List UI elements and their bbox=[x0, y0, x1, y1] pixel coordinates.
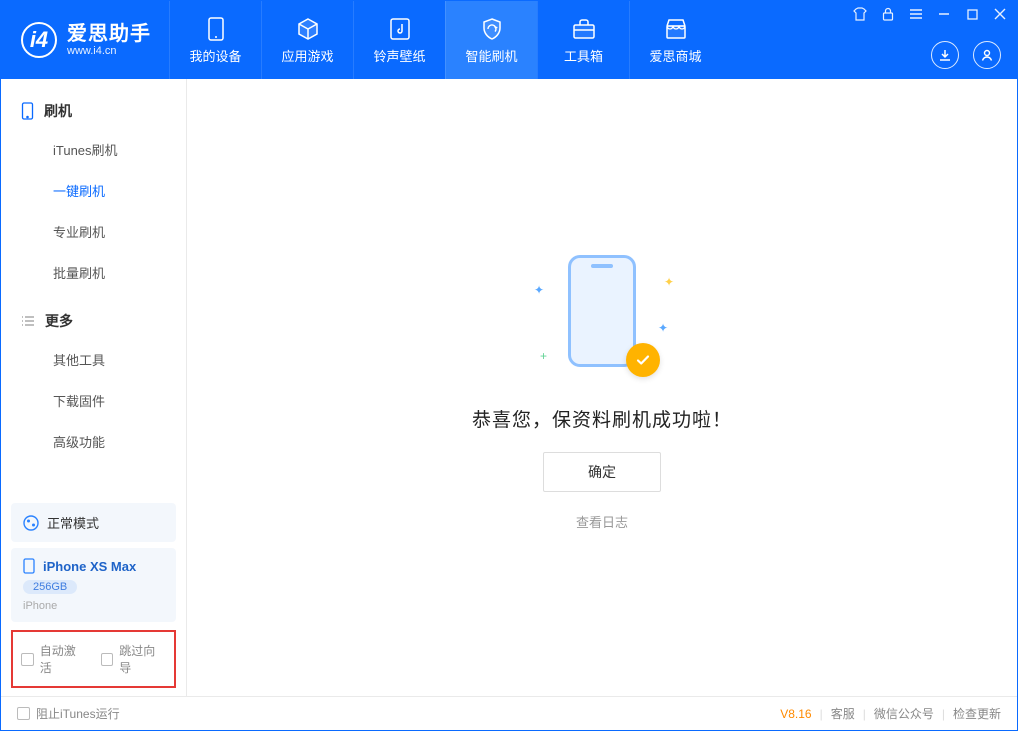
checkbox-label: 阻止iTunes运行 bbox=[36, 705, 120, 722]
tab-label: 我的设备 bbox=[189, 46, 241, 65]
download-button[interactable] bbox=[931, 41, 959, 69]
device-icon bbox=[203, 16, 229, 42]
checkbox-label: 自动激活 bbox=[40, 642, 87, 676]
options-highlighted-box: 自动激活 跳过向导 bbox=[11, 630, 176, 688]
sparkle-icon: + bbox=[540, 349, 547, 363]
device-type: iPhone bbox=[23, 600, 57, 612]
menu-icon[interactable] bbox=[909, 7, 923, 21]
cube-icon bbox=[295, 16, 321, 42]
sparkle-icon: ✦ bbox=[658, 321, 668, 335]
checkbox-icon bbox=[101, 653, 114, 666]
sparkle-icon: ✦ bbox=[534, 283, 544, 297]
checkbox-auto-activate[interactable]: 自动激活 bbox=[21, 642, 87, 676]
view-log-link[interactable]: 查看日志 bbox=[576, 512, 628, 531]
device-name: iPhone XS Max bbox=[43, 559, 136, 574]
sidebar-group-title: 更多 bbox=[45, 311, 73, 331]
sidebar-group-title: 刷机 bbox=[44, 101, 72, 121]
checkbox-label: 跳过向导 bbox=[119, 642, 166, 676]
success-title: 恭喜您，保资料刷机成功啦！ bbox=[472, 405, 732, 432]
shirt-icon[interactable] bbox=[853, 7, 867, 21]
phone-illustration-icon bbox=[568, 255, 636, 367]
check-badge-icon bbox=[626, 343, 660, 377]
tab-toolbox[interactable]: 工具箱 bbox=[537, 1, 629, 79]
main-tabs: 我的设备 应用游戏 铃声壁纸 智能刷机 工具箱 爱思商城 bbox=[169, 1, 721, 79]
device-capacity: 256GB bbox=[23, 580, 77, 594]
sidebar-group-more: 更多 bbox=[1, 303, 186, 339]
app-title: 爱思助手 bbox=[67, 23, 151, 45]
checkbox-icon bbox=[17, 707, 30, 720]
close-icon[interactable] bbox=[993, 7, 1007, 21]
tab-label: 爱思商城 bbox=[649, 46, 701, 65]
title-bar: i4 爱思助手 www.i4.cn 我的设备 应用游戏 铃声壁纸 智能刷机 bbox=[1, 1, 1017, 79]
tab-label: 铃声壁纸 bbox=[373, 46, 425, 65]
tab-ringtones-wallpapers[interactable]: 铃声壁纸 bbox=[353, 1, 445, 79]
sidebar-item-advanced[interactable]: 高级功能 bbox=[1, 421, 186, 462]
toolbox-icon bbox=[571, 16, 597, 42]
checkbox-block-itunes[interactable]: 阻止iTunes运行 bbox=[17, 705, 120, 722]
mode-label: 正常模式 bbox=[47, 513, 99, 532]
sidebar-item-other-tools[interactable]: 其他工具 bbox=[1, 339, 186, 380]
footer-link-support[interactable]: 客服 bbox=[831, 705, 855, 722]
sidebar-group-flash: 刷机 bbox=[1, 93, 186, 129]
logo-mark-icon: i4 bbox=[21, 22, 57, 58]
user-button[interactable] bbox=[973, 41, 1001, 69]
shield-refresh-icon bbox=[479, 16, 505, 42]
window-controls bbox=[853, 7, 1007, 21]
sidebar-item-download-firmware[interactable]: 下载固件 bbox=[1, 380, 186, 421]
mode-card[interactable]: 正常模式 bbox=[11, 503, 176, 542]
tab-apps-games[interactable]: 应用游戏 bbox=[261, 1, 353, 79]
app-domain: www.i4.cn bbox=[67, 45, 151, 57]
tab-label: 应用游戏 bbox=[281, 46, 333, 65]
footer-link-update[interactable]: 检查更新 bbox=[953, 705, 1001, 722]
tab-store[interactable]: 爱思商城 bbox=[629, 1, 721, 79]
device-small-icon bbox=[23, 558, 35, 574]
sparkle-icon: ✦ bbox=[664, 275, 674, 289]
storefront-icon bbox=[663, 16, 689, 42]
status-bar: 阻止iTunes运行 V8.16 | 客服 | 微信公众号 | 检查更新 bbox=[1, 696, 1017, 730]
sidebar-item-pro-flash[interactable]: 专业刷机 bbox=[1, 211, 186, 252]
tab-label: 智能刷机 bbox=[465, 46, 517, 65]
tab-label: 工具箱 bbox=[564, 46, 603, 65]
sidebar-item-batch-flash[interactable]: 批量刷机 bbox=[1, 252, 186, 293]
success-illustration: ✦ ✦ + ✦ bbox=[522, 245, 682, 385]
mode-icon bbox=[23, 515, 39, 531]
app-body: 刷机 iTunes刷机 一键刷机 专业刷机 批量刷机 更多 其他工具 下载固件 … bbox=[1, 79, 1017, 696]
tab-smart-flash[interactable]: 智能刷机 bbox=[445, 1, 537, 79]
header-round-buttons bbox=[931, 41, 1001, 69]
footer-link-wechat[interactable]: 微信公众号 bbox=[874, 705, 934, 722]
minimize-icon[interactable] bbox=[937, 7, 951, 21]
app-logo: i4 爱思助手 www.i4.cn bbox=[1, 1, 169, 79]
ok-button[interactable]: 确定 bbox=[543, 452, 661, 492]
version-label: V8.16 bbox=[780, 707, 811, 721]
sidebar-item-oneclick-flash[interactable]: 一键刷机 bbox=[1, 170, 186, 211]
checkbox-skip-guide[interactable]: 跳过向导 bbox=[101, 642, 167, 676]
tab-my-device[interactable]: 我的设备 bbox=[169, 1, 261, 79]
app-window: { "header": { "app_name": "爱思助手", "app_d… bbox=[0, 0, 1018, 731]
checkbox-icon bbox=[21, 653, 34, 666]
device-card[interactable]: iPhone XS Max 256GB iPhone bbox=[11, 548, 176, 622]
sidebar: 刷机 iTunes刷机 一键刷机 专业刷机 批量刷机 更多 其他工具 下载固件 … bbox=[1, 79, 187, 696]
phone-small-icon bbox=[21, 102, 34, 120]
sidebar-item-itunes-flash[interactable]: iTunes刷机 bbox=[1, 129, 186, 170]
list-icon bbox=[21, 315, 35, 327]
main-content: ✦ ✦ + ✦ 恭喜您，保资料刷机成功啦！ 确定 查看日志 bbox=[187, 79, 1017, 696]
lock-icon[interactable] bbox=[881, 7, 895, 21]
music-note-icon bbox=[387, 16, 413, 42]
maximize-icon[interactable] bbox=[965, 7, 979, 21]
